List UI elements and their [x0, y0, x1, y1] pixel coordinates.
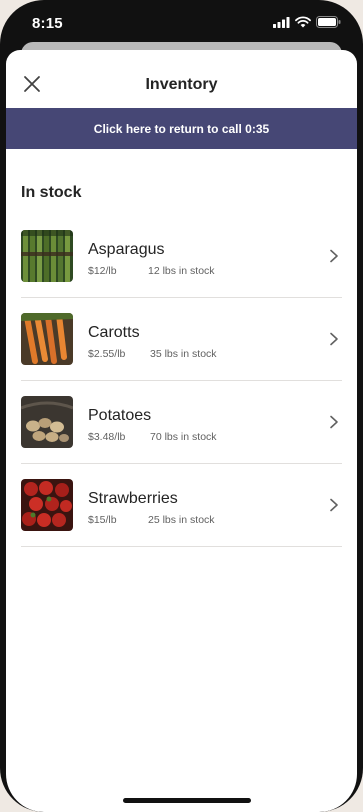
header: Inventory [6, 50, 357, 108]
item-price: $12/lb [88, 265, 117, 277]
item-price: $3.48/lb [88, 431, 126, 443]
section-title: In stock [21, 184, 82, 201]
return-to-call-text: Click here to return to call 0:35 [93, 121, 270, 136]
list-item-carrots[interactable]: Carotts $2.55/lb 35 lbs in stock [21, 298, 342, 381]
battery-icon [316, 16, 341, 28]
asparagus-thumbnail [21, 230, 73, 282]
list-item-asparagus[interactable]: Asparagus $12/lb 12 lbs in stock [21, 215, 342, 298]
status-bar: 8:15 [0, 0, 363, 44]
list-item-potatoes[interactable]: Potatoes $3.48/lb 70 lbs in stock [21, 381, 342, 464]
item-name: Asparagus [88, 241, 165, 258]
cellular-signal-icon [273, 16, 290, 28]
item-name: Potatoes [88, 407, 152, 424]
inventory-sheet: Inventory Click here to return to call 0… [6, 50, 357, 812]
item-stock: 35 lbs in stock [150, 348, 217, 360]
item-price: $2.55/lb [88, 348, 126, 360]
item-stock: 70 lbs in stock [150, 431, 217, 443]
status-time: 8:15 [32, 15, 63, 32]
home-indicator[interactable] [123, 798, 251, 803]
item-stock: 12 lbs in stock [148, 265, 215, 277]
chevron-right-icon [330, 415, 338, 429]
inventory-list: Asparagus $12/lb 12 lbs in stock Carotts… [21, 215, 342, 547]
phone-frame: 8:15 Inventory Click here to return to c… [0, 0, 363, 812]
potatoes-thumbnail [21, 396, 73, 448]
carrots-thumbnail [21, 313, 73, 365]
strawberries-thumbnail [21, 479, 73, 531]
list-item-strawberries[interactable]: Strawberries $15/lb 25 lbs in stock [21, 464, 342, 547]
chevron-right-icon [330, 249, 338, 263]
chevron-right-icon [330, 332, 338, 346]
item-price: $15/lb [88, 514, 117, 526]
item-name: Strawberries [88, 490, 178, 507]
wifi-icon [295, 16, 311, 28]
page-title: Inventory [145, 76, 218, 93]
return-to-call-banner[interactable]: Click here to return to call 0:35 [6, 108, 357, 149]
item-name: Carotts [88, 324, 140, 341]
item-stock: 25 lbs in stock [148, 514, 215, 526]
chevron-right-icon [330, 498, 338, 512]
status-icons [273, 16, 341, 28]
